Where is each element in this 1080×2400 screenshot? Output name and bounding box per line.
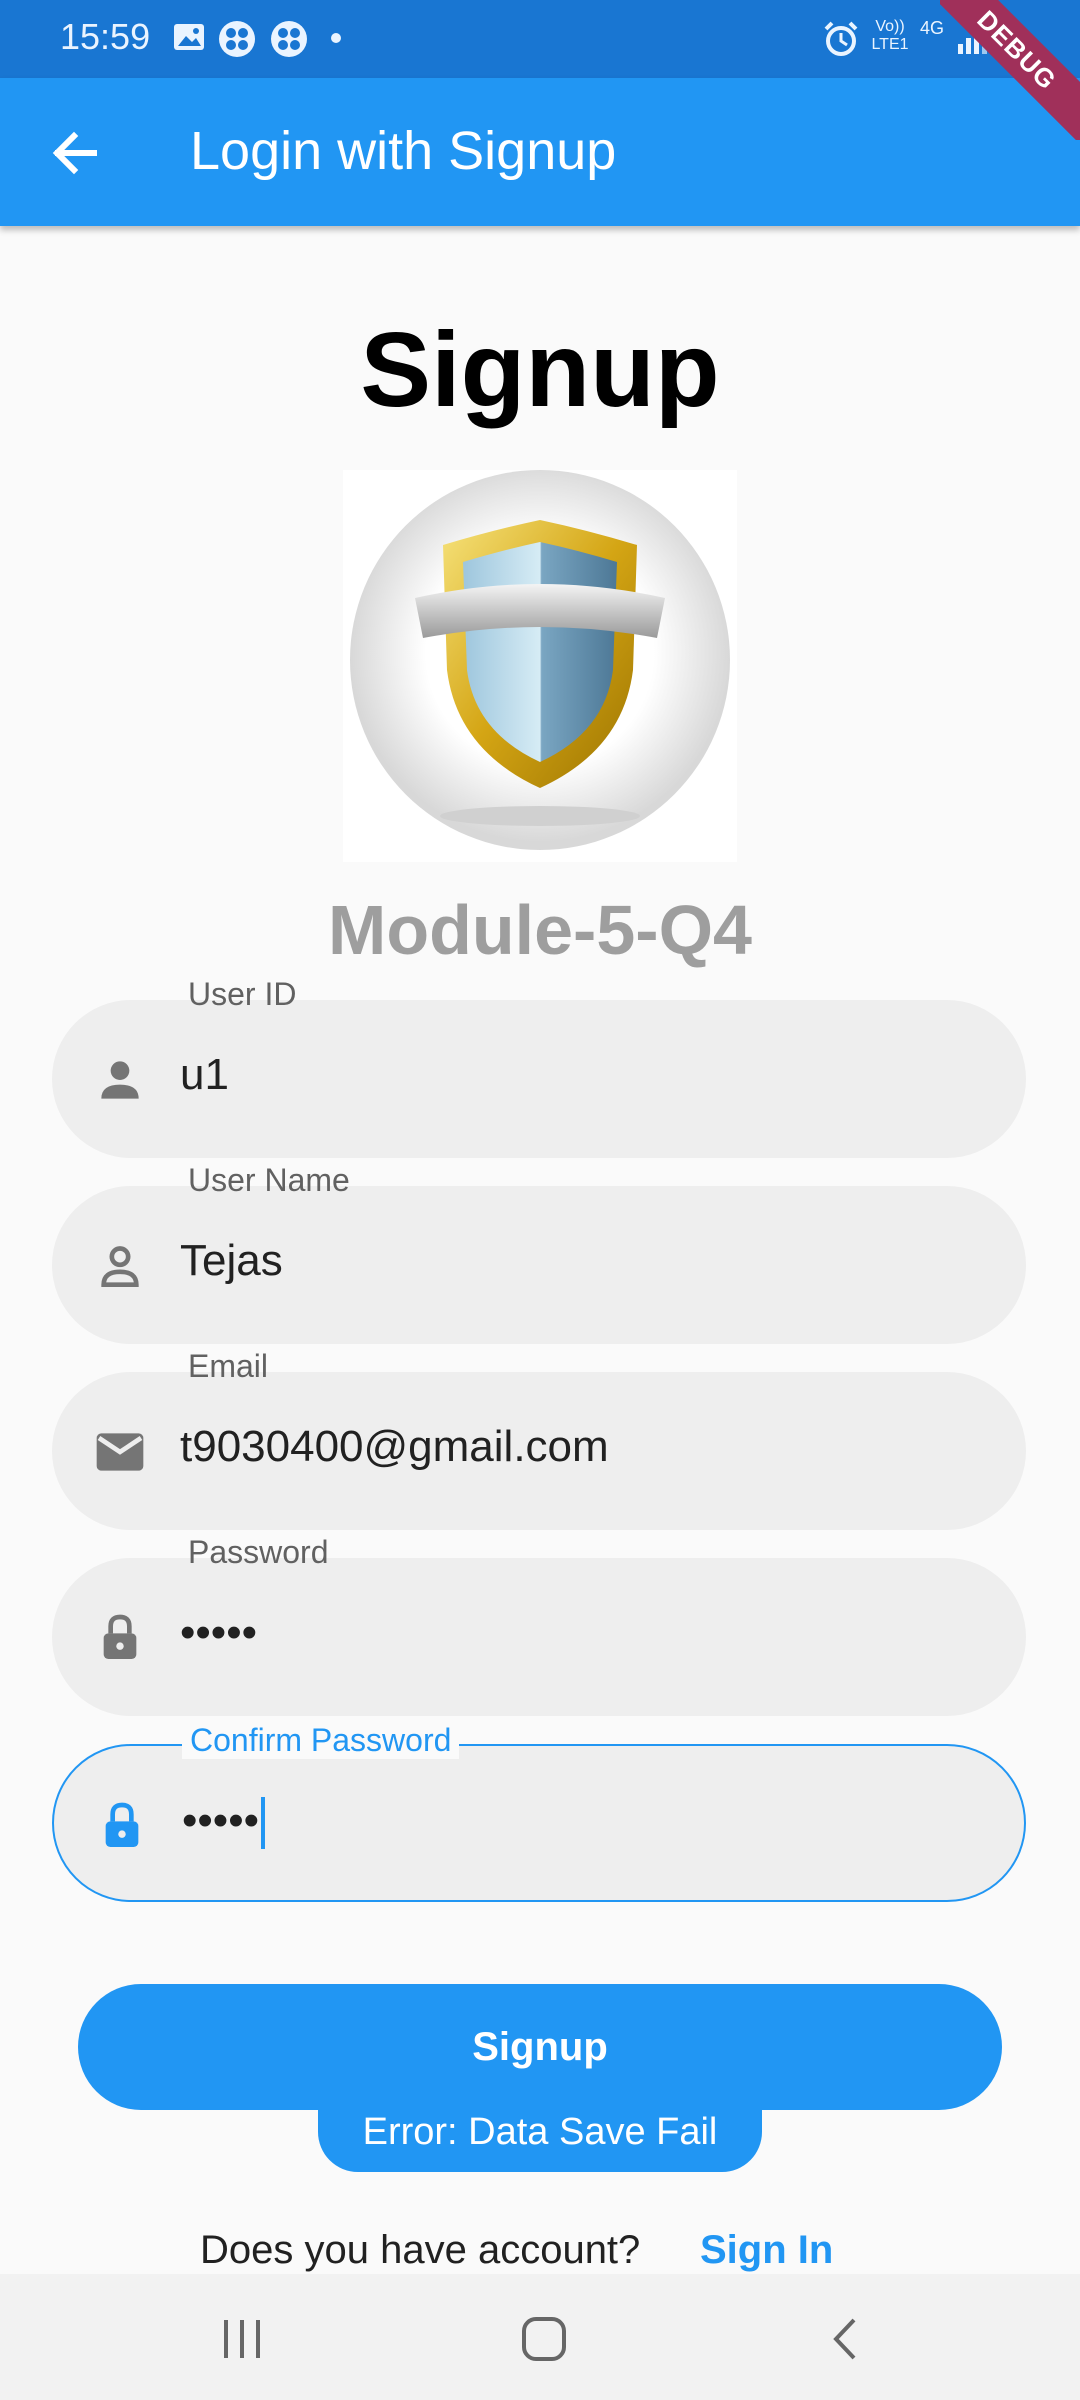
module-subtitle: Module-5-Q4: [328, 891, 752, 969]
recent-apps-icon[interactable]: [212, 2314, 272, 2364]
app-notification-icon: [219, 21, 255, 57]
page-title: Signup: [360, 311, 720, 429]
user-id-input[interactable]: u1: [180, 1050, 229, 1100]
password-input[interactable]: •••••: [180, 1608, 257, 1658]
sign-in-link[interactable]: Sign In: [700, 2228, 833, 2273]
shield-logo: [343, 470, 737, 862]
lock-icon: [103, 1614, 137, 1659]
password-field[interactable]: Password •••••: [52, 1534, 1026, 1716]
confirm-password-input[interactable]: •••••: [182, 1796, 266, 1850]
text-cursor: [261, 1797, 266, 1850]
alarm-icon: [824, 21, 858, 56]
app-bar-title: Login with Signup: [190, 121, 617, 181]
status-bar: 15:59 Vo)) LTE1 4G: [0, 0, 1080, 78]
user-id-label: User ID: [188, 976, 297, 1012]
lock-icon: [105, 1802, 139, 1847]
confirm-password-field[interactable]: Confirm Password •••••: [52, 1722, 1026, 1902]
user-id-field[interactable]: User ID u1: [52, 976, 1026, 1158]
email-icon: [96, 1433, 144, 1471]
debug-banner: DEBUG: [940, 0, 1080, 140]
person-outline-icon: [101, 1246, 139, 1287]
gallery-notification-icon: [174, 24, 204, 50]
app-notification-icon: [271, 21, 307, 57]
person-icon: [101, 1061, 139, 1099]
user-name-input[interactable]: Tejas: [180, 1236, 283, 1286]
volte-indicator: Vo)) LTE1: [871, 18, 909, 53]
home-icon[interactable]: [514, 2314, 574, 2364]
email-label: Email: [188, 1348, 269, 1384]
more-notifications-dot-icon: [331, 33, 341, 43]
shield-icon: [350, 470, 730, 850]
password-label: Password: [188, 1534, 329, 1570]
confirm-password-label: Confirm Password: [182, 1722, 460, 1759]
arrow-back-icon[interactable]: [40, 118, 110, 188]
user-name-field[interactable]: User Name Tejas: [52, 1162, 1026, 1344]
have-account-text: Does you have account?: [200, 2228, 641, 2272]
email-input[interactable]: t9030400@gmail.com: [180, 1422, 609, 1472]
email-field[interactable]: Email t9030400@gmail.com: [52, 1348, 1026, 1530]
user-name-label: User Name: [188, 1162, 350, 1198]
system-navigation-bar: [0, 2274, 1080, 2400]
debug-banner-label: DEBUG: [940, 0, 1080, 140]
back-nav-icon[interactable]: [816, 2314, 876, 2364]
app-bar: Login with Signup: [0, 78, 1080, 226]
confirm-password-value: •••••: [182, 1796, 260, 1845]
status-time: 15:59: [60, 16, 151, 57]
error-snackbar: Error: Data Save Fail: [318, 2092, 762, 2172]
